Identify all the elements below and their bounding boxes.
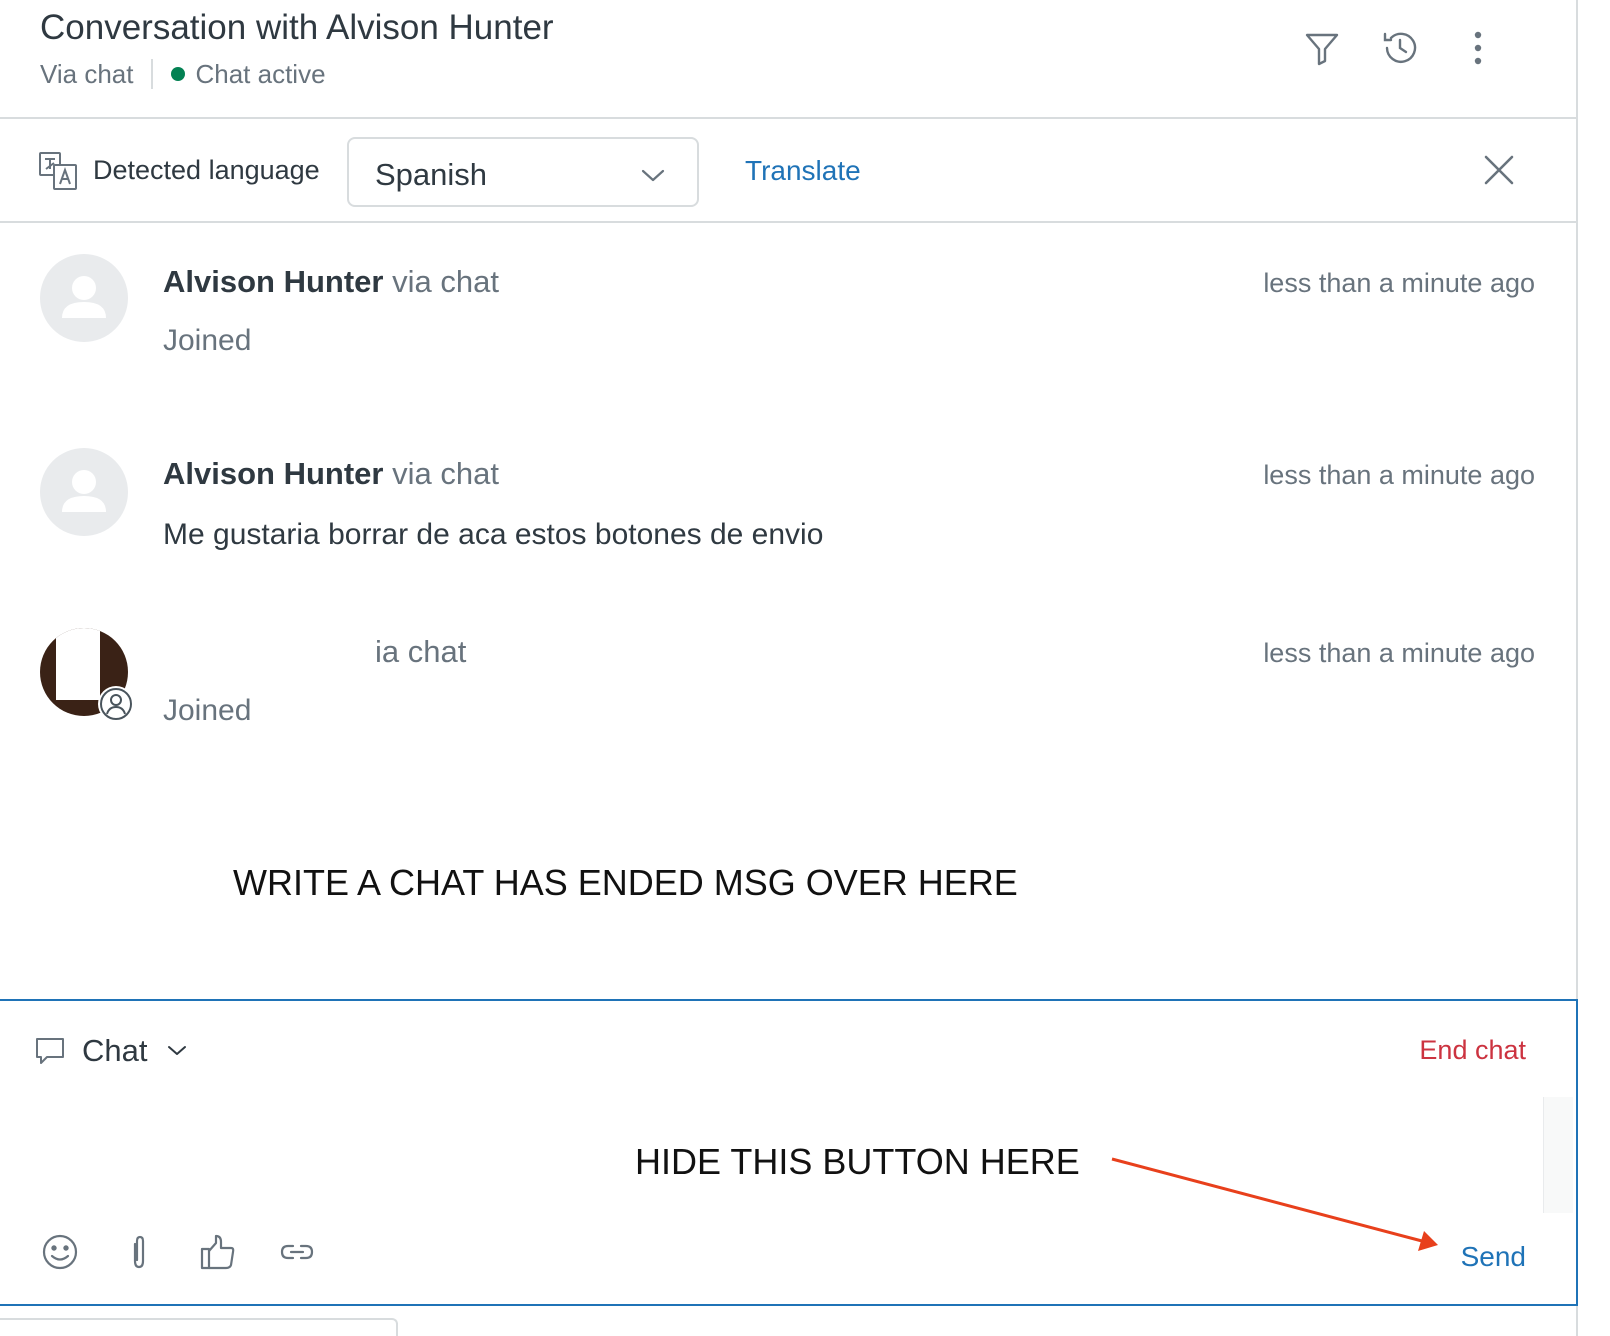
link-button[interactable] bbox=[275, 1230, 319, 1274]
page-title: Conversation with Alvison Hunter bbox=[40, 8, 554, 47]
thumbs-up-button[interactable] bbox=[196, 1230, 240, 1274]
composer-toolbar bbox=[38, 1230, 354, 1274]
language-select-value: Spanish bbox=[375, 157, 488, 192]
message-timestamp: less than a minute ago bbox=[1263, 638, 1535, 668]
channel-label: Via chat bbox=[40, 58, 134, 89]
translate-icon bbox=[39, 152, 77, 190]
conversation-panel: Conversation with Alvison Hunter Via cha… bbox=[0, 0, 1578, 1336]
emoji-button[interactable] bbox=[38, 1230, 82, 1274]
conversation-header: Conversation with Alvison Hunter Via cha… bbox=[0, 0, 1578, 119]
language-select[interactable]: Spanish bbox=[347, 137, 699, 207]
conversation-meta: Via chat Chat active bbox=[40, 58, 326, 90]
avatar bbox=[40, 448, 128, 536]
user-placeholder-icon bbox=[62, 276, 106, 318]
end-chat-button[interactable]: End chat bbox=[1419, 1035, 1526, 1066]
message-body: Joined bbox=[163, 324, 252, 357]
author-channel: ia chat bbox=[375, 634, 467, 669]
author-name: Alvison Hunter bbox=[163, 264, 384, 299]
history-icon bbox=[1383, 32, 1417, 63]
message-author: ia chat bbox=[163, 634, 466, 670]
user-placeholder-icon bbox=[62, 470, 106, 512]
filter-icon bbox=[1305, 33, 1339, 66]
attachment-button[interactable] bbox=[117, 1230, 161, 1274]
filter-button[interactable] bbox=[1300, 26, 1344, 70]
message-timestamp: less than a minute ago bbox=[1263, 268, 1535, 298]
author-channel: via chat bbox=[392, 264, 499, 299]
divider bbox=[151, 59, 154, 89]
composer-scrollbar[interactable] bbox=[1543, 1097, 1573, 1213]
annotation-hide-note: HIDE THIS BUTTON HERE bbox=[635, 1141, 1080, 1182]
annotation-ended-note: WRITE A CHAT HAS ENDED MSG OVER HERE bbox=[233, 862, 1018, 903]
message-body: Joined bbox=[163, 694, 252, 727]
link-icon bbox=[280, 1244, 314, 1260]
channel-label: Chat bbox=[82, 1033, 148, 1068]
thumbs-up-icon bbox=[200, 1234, 235, 1270]
history-button[interactable] bbox=[1378, 26, 1422, 70]
more-options-button[interactable] bbox=[1456, 26, 1500, 70]
chevron-down-icon bbox=[641, 169, 665, 182]
agent-badge bbox=[98, 686, 134, 722]
annotation-arrow-icon bbox=[1111, 1157, 1438, 1251]
attachment-icon bbox=[133, 1235, 145, 1269]
more-options-icon bbox=[1474, 31, 1482, 65]
chat-bubble-icon bbox=[36, 1038, 64, 1064]
translation-bar: Detected language Spanish Translate bbox=[0, 119, 1578, 223]
author-name: Alvison Hunter bbox=[163, 456, 384, 491]
detected-language-label: Detected language bbox=[93, 155, 320, 185]
translate-button[interactable]: Translate bbox=[745, 155, 861, 187]
message-timestamp: less than a minute ago bbox=[1263, 460, 1535, 490]
status-dot bbox=[171, 67, 186, 81]
emoji-icon bbox=[42, 1234, 78, 1270]
message-body: Me gustaria borrar de aca estos botones … bbox=[163, 518, 824, 551]
avatar bbox=[40, 628, 134, 722]
redaction-block bbox=[56, 628, 100, 700]
bottom-tab[interactable] bbox=[0, 1318, 398, 1336]
agent-icon bbox=[100, 688, 132, 720]
message-author: Alvison Hunter via chat bbox=[163, 456, 499, 492]
channel-selector[interactable]: Chat bbox=[34, 1031, 189, 1071]
status-badge: Chat active bbox=[195, 58, 326, 89]
message-composer[interactable]: Chat End chat HIDE THIS BUTTON HERE Send bbox=[0, 999, 1578, 1306]
avatar bbox=[40, 254, 128, 342]
send-button[interactable]: Send bbox=[1461, 1241, 1526, 1273]
close-icon[interactable] bbox=[1480, 151, 1518, 189]
chevron-down-icon bbox=[168, 1046, 187, 1055]
message-author: Alvison Hunter via chat bbox=[163, 264, 499, 300]
author-channel: via chat bbox=[392, 456, 499, 491]
